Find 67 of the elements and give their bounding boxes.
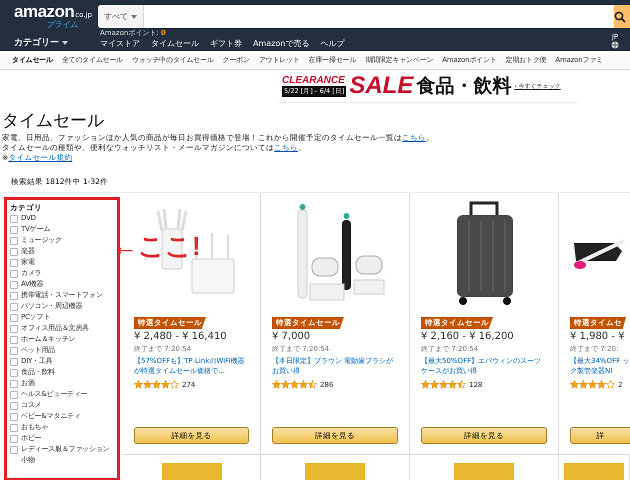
nav-link[interactable]: ヘルプ	[320, 38, 344, 49]
category-menu[interactable]: カテゴリー	[0, 36, 100, 49]
nav-link[interactable]: マイストア	[100, 38, 140, 49]
star-icon	[161, 380, 170, 389]
star-icon	[272, 380, 281, 389]
star-icon	[143, 380, 152, 389]
checkbox[interactable]	[10, 413, 18, 421]
checkbox[interactable]	[10, 347, 18, 355]
search-scope-dropdown[interactable]: すべて	[98, 5, 144, 28]
checkbox[interactable]	[10, 336, 18, 344]
search-icon	[614, 10, 626, 22]
star-icon	[439, 380, 448, 389]
checkbox[interactable]	[10, 303, 18, 311]
star-icon	[308, 380, 317, 389]
checkbox[interactable]	[10, 358, 18, 366]
price: ¥ 2,160 - ¥ 16,200	[421, 331, 515, 342]
search-field[interactable]: すべて	[98, 5, 630, 28]
checkbox[interactable]	[10, 237, 18, 245]
checkbox[interactable]	[10, 259, 18, 267]
caret-icon	[62, 40, 68, 44]
checkbox[interactable]	[10, 292, 18, 300]
star-icon	[457, 380, 466, 389]
photo-placeholder	[305, 463, 365, 480]
checkbox[interactable]	[10, 402, 18, 410]
page-title: タイムセール	[2, 111, 105, 131]
checkbox[interactable]	[10, 424, 18, 432]
photo-placeholder	[454, 463, 514, 480]
price: ¥ 7,000	[272, 331, 312, 342]
star-icon	[597, 380, 606, 389]
star-icon	[579, 380, 588, 389]
star-icon	[152, 380, 161, 389]
checkbox[interactable]	[10, 391, 18, 399]
star-icon	[430, 380, 439, 389]
star-icon	[281, 380, 290, 389]
photo-placeholder	[162, 463, 222, 480]
caret-icon	[131, 14, 137, 18]
search-button[interactable]	[614, 5, 630, 28]
banner-sale-text: SALE	[349, 74, 414, 98]
nav-link[interactable]: タイムセール	[151, 38, 199, 49]
banner-category: 食品・飲料	[416, 74, 512, 99]
checkbox[interactable]	[10, 325, 18, 333]
banner-heading: CLEARANCE	[282, 76, 346, 86]
checkbox[interactable]	[10, 435, 18, 443]
star-icon	[588, 380, 597, 389]
nav-link[interactable]: Amazonで売る	[253, 38, 310, 49]
checkbox[interactable]	[10, 314, 18, 322]
checkbox[interactable]	[10, 446, 18, 454]
star-icon	[421, 380, 430, 389]
star-icon	[290, 380, 299, 389]
checkbox[interactable]	[10, 380, 18, 388]
nav-link[interactable]: ギフト券	[210, 38, 242, 49]
star-icon	[299, 380, 308, 389]
checkbox[interactable]	[10, 215, 18, 223]
checkbox[interactable]	[10, 270, 18, 278]
photo-placeholder	[564, 463, 624, 480]
star-icon	[570, 380, 579, 389]
price: ¥ 2,480 - ¥ 16,410	[134, 331, 228, 342]
checkbox[interactable]	[10, 369, 18, 377]
star-icon	[448, 380, 457, 389]
globe-icon[interactable]	[611, 41, 619, 49]
star-icon	[170, 380, 179, 389]
checkbox[interactable]	[10, 281, 18, 289]
star-icon	[606, 380, 615, 389]
price: ¥ 1,980 - ¥	[570, 331, 626, 342]
checkbox[interactable]	[10, 226, 18, 234]
checkbox[interactable]	[10, 248, 18, 256]
star-icon	[134, 380, 143, 389]
